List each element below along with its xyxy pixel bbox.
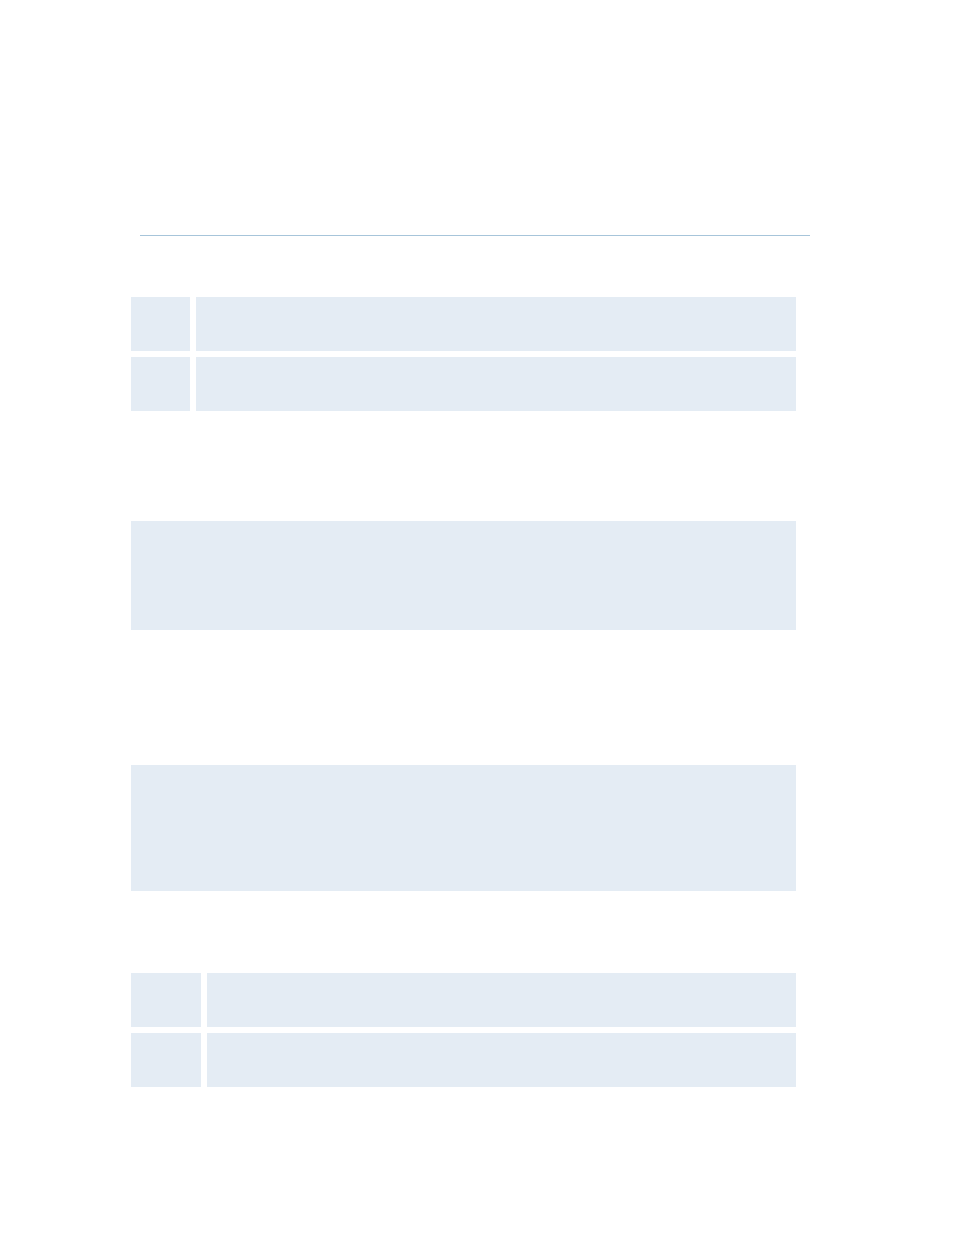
section4-row2-right xyxy=(207,1033,796,1087)
section1-row2-left xyxy=(131,357,190,411)
divider xyxy=(140,235,810,236)
section3-block xyxy=(131,765,796,891)
section1-row2-right xyxy=(196,357,796,411)
section1-row1-left xyxy=(131,297,190,351)
section2-block xyxy=(131,521,796,630)
section4-row2-left xyxy=(131,1033,201,1087)
section1-row1-right xyxy=(196,297,796,351)
page xyxy=(0,0,954,1235)
section4-row1-right xyxy=(207,973,796,1027)
section4-row1-left xyxy=(131,973,201,1027)
